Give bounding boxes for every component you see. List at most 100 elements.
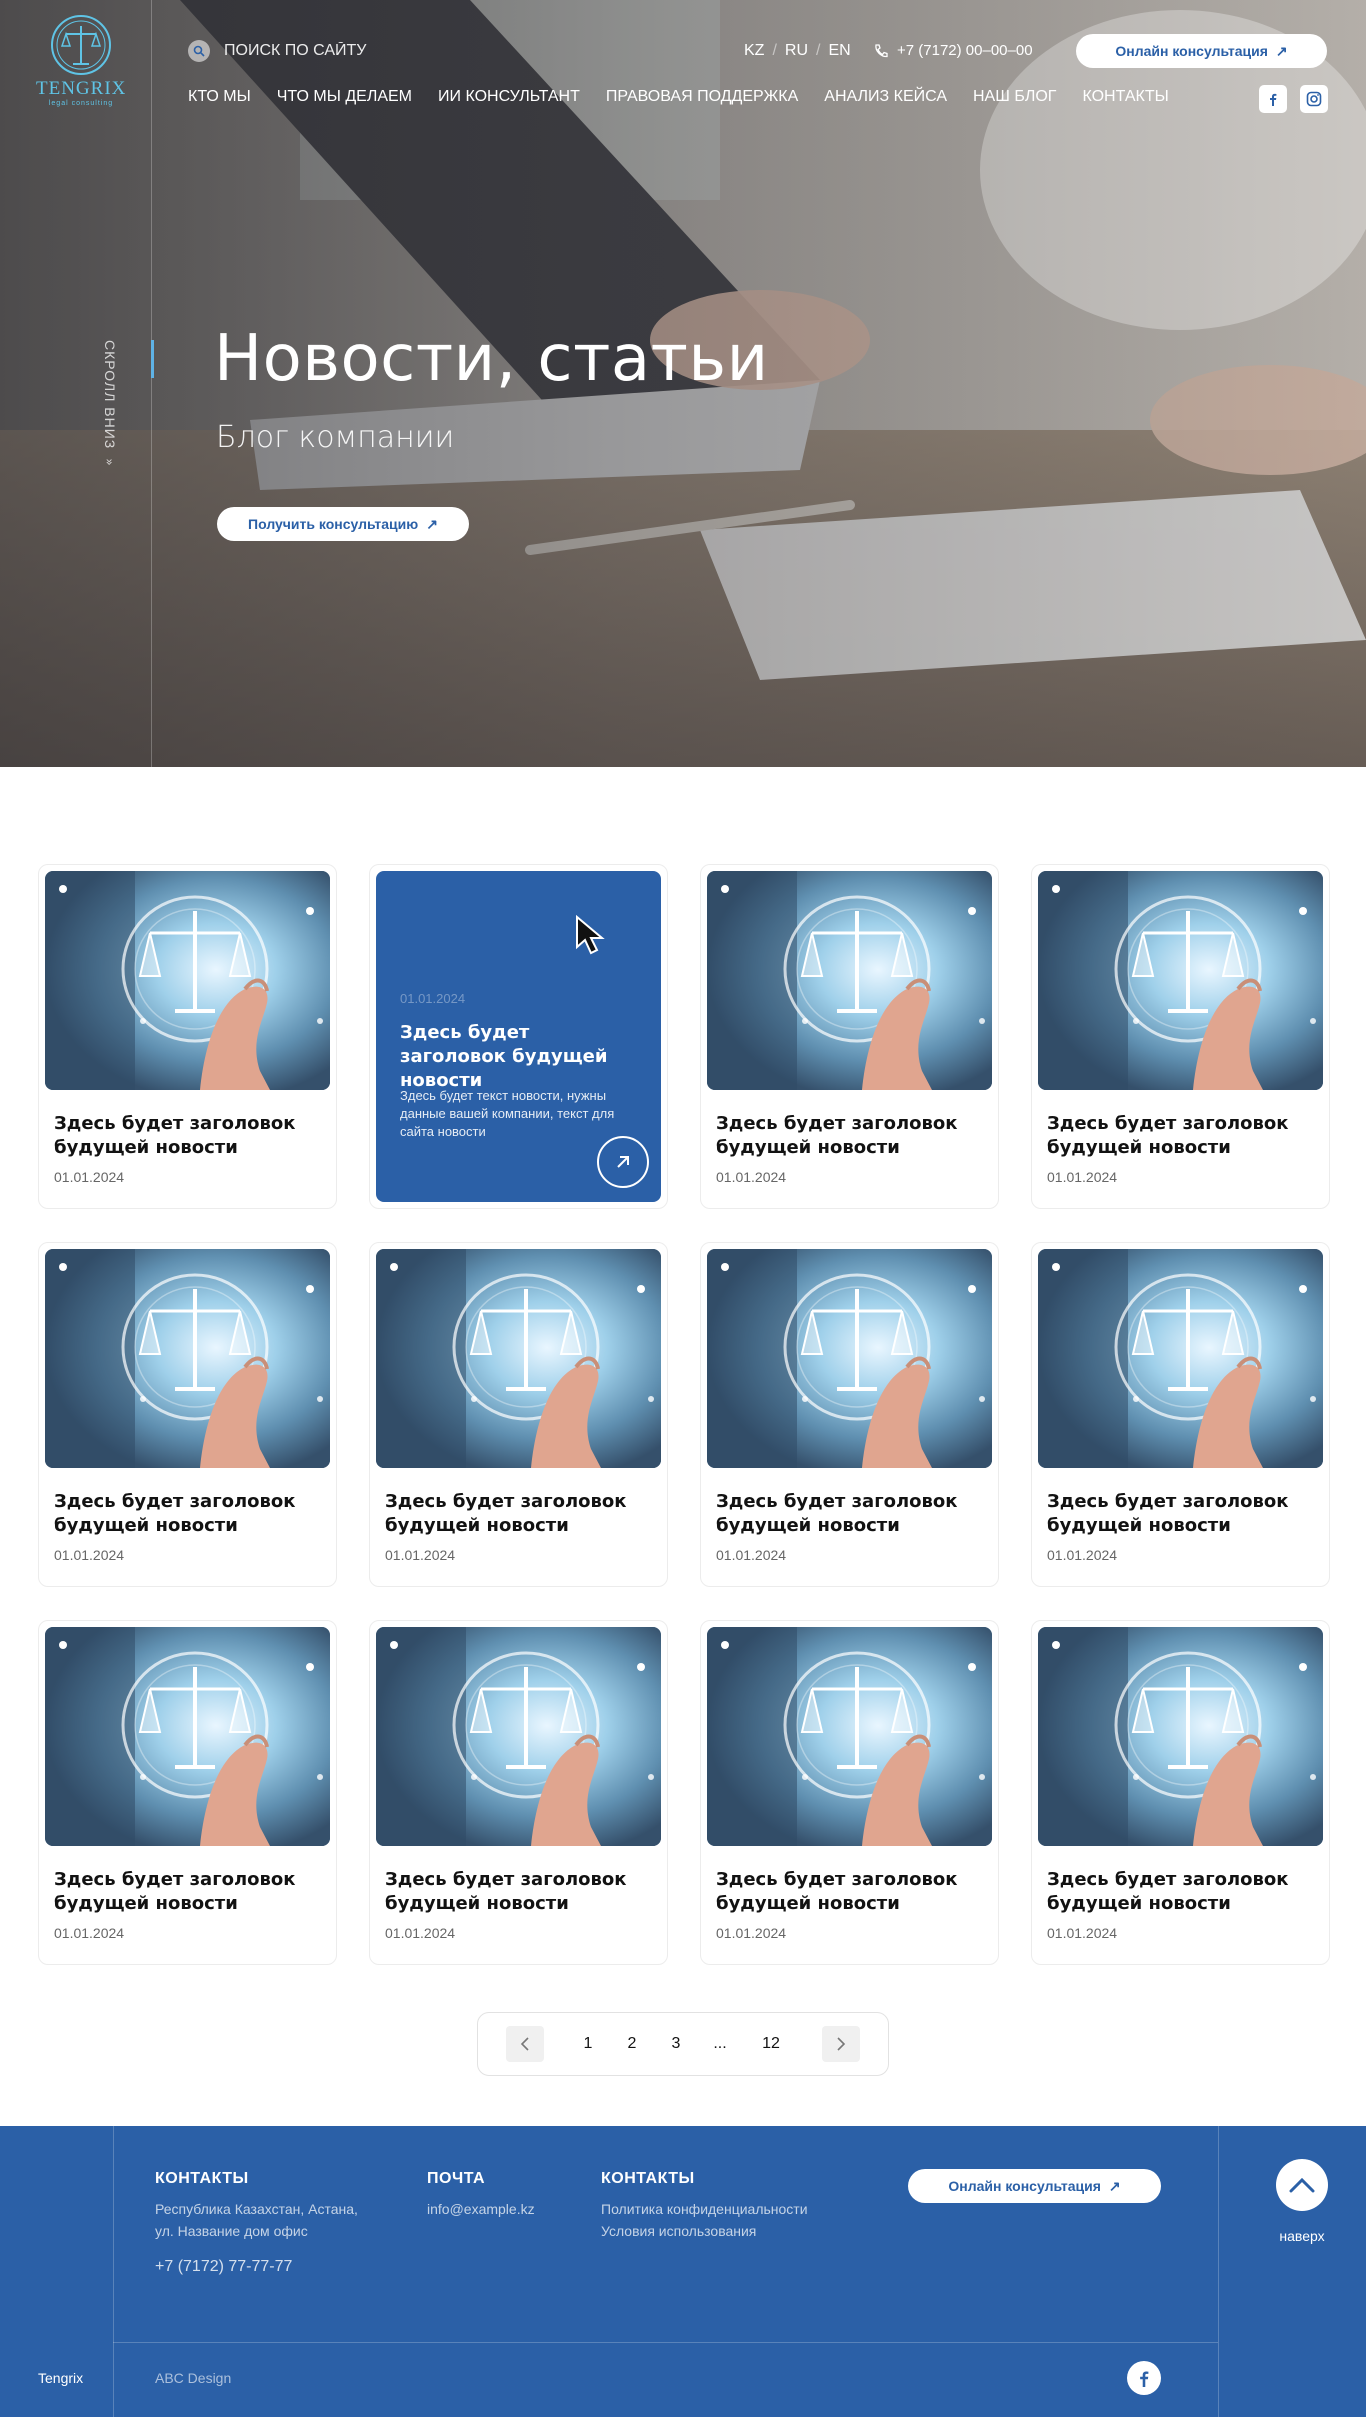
news-card-title[interactable]: Здесь будет заголовок будущей новости: [385, 1490, 655, 1538]
news-card-image[interactable]: [45, 1249, 330, 1468]
online-consultation-button[interactable]: Онлайн консультация ↗: [1076, 34, 1327, 68]
main-nav: КТО МЫ ЧТО МЫ ДЕЛАЕМ ИИ КОНСУЛЬТАНТ ПРАВ…: [188, 88, 1169, 106]
news-card[interactable]: Здесь будет заголовок будущей новости 01.…: [369, 1620, 668, 1965]
news-card[interactable]: Здесь будет заголовок будущей новости 01.…: [700, 1242, 999, 1587]
logo[interactable]: TENGRIX legal consulting: [36, 14, 126, 126]
footer-online-consultation-button[interactable]: Онлайн консультация ↗: [908, 2169, 1161, 2203]
news-card[interactable]: Здесь будет заголовок будущей новости 01.…: [369, 1242, 668, 1587]
news-card-title[interactable]: Здесь будет заголовок будущей новости: [716, 1112, 986, 1160]
get-consultation-button[interactable]: Получить консультацию ↗: [217, 507, 469, 541]
footer-divider: [1218, 2126, 1219, 2417]
news-card[interactable]: Здесь будет заголовок будущей новости 01.…: [38, 864, 337, 1209]
arrow-up-right-icon: ↗: [426, 515, 438, 532]
nav-item-our-blog[interactable]: НАШ БЛОГ: [973, 88, 1056, 106]
hero-divider-line: [151, 0, 152, 767]
news-card-image[interactable]: [1038, 871, 1323, 1090]
footer-divider: [113, 2342, 1218, 2343]
nav-item-case-analysis[interactable]: АНАЛИЗ КЕЙСА: [824, 88, 947, 106]
nav-item-contacts[interactable]: КОНТАКТЫ: [1082, 88, 1168, 106]
lang-ru[interactable]: RU: [785, 42, 808, 60]
privacy-policy-link[interactable]: Политика конфиденциальности: [601, 2198, 808, 2220]
online-consultation-label: Онлайн консультация: [1115, 43, 1268, 59]
prev-page-button[interactable]: [506, 2026, 544, 2062]
news-card-image[interactable]: [45, 871, 330, 1090]
phone-icon: [875, 43, 888, 57]
scroll-marker: [151, 340, 154, 378]
footer-phone[interactable]: +7 (7172) 77-77-77: [155, 2256, 358, 2278]
search-icon[interactable]: [188, 40, 210, 62]
footer-email-link[interactable]: info@example.kz: [427, 2198, 535, 2220]
page-2[interactable]: 2: [610, 2035, 654, 2053]
nav-item-legal-support[interactable]: ПРАВОВАЯ ПОДДЕРЖКА: [606, 88, 798, 106]
search-input[interactable]: [224, 42, 444, 60]
page-1[interactable]: 1: [566, 2035, 610, 2053]
news-card[interactable]: Здесь будет заголовок будущей новости 01.…: [38, 1242, 337, 1587]
terms-of-use-link[interactable]: Условия использования: [601, 2220, 808, 2242]
header-phone[interactable]: +7 (7172) 00–00–00: [873, 42, 1033, 59]
news-card-image[interactable]: [376, 1249, 661, 1468]
back-to-top-label: наверх: [1279, 2228, 1325, 2244]
news-card-image[interactable]: [707, 871, 992, 1090]
phone-number: +7 (7172) 00–00–00: [897, 42, 1033, 59]
lang-kz[interactable]: KZ: [744, 42, 764, 60]
news-card-title[interactable]: Здесь будет заголовок будущей новости: [54, 1112, 324, 1160]
news-card-image[interactable]: [1038, 1249, 1323, 1468]
footer-contacts-heading: КОНТАКТЫ: [155, 2170, 249, 2187]
news-card-image[interactable]: [707, 1249, 992, 1468]
footer-designer-credit[interactable]: ABC Design: [155, 2370, 231, 2386]
news-card-title[interactable]: Здесь будет заголовок будущей новости: [54, 1868, 324, 1916]
news-card-image[interactable]: [707, 1627, 992, 1846]
lang-separator: /: [816, 42, 821, 59]
site-search: [188, 40, 444, 62]
news-card[interactable]: Здесь будет заголовок будущей новости 01.…: [700, 864, 999, 1209]
footer-email: ПОЧТА info@example.kz: [427, 2170, 535, 2220]
page-3[interactable]: 3: [654, 2035, 698, 2053]
news-card-title[interactable]: Здесь будет заголовок будущей новости: [385, 1868, 655, 1916]
back-to-top-button[interactable]: [1276, 2159, 1328, 2211]
next-page-button[interactable]: [822, 2026, 860, 2062]
page-subtitle: Блог компании: [216, 420, 455, 455]
news-card[interactable]: Здесь будет заголовок будущей новости 01.…: [38, 1620, 337, 1965]
news-card-title[interactable]: Здесь будет заголовок будущей новости: [1047, 1868, 1317, 1916]
news-card-title[interactable]: Здесь будет заголовок будущей новости: [716, 1490, 986, 1538]
nav-item-who-we-are[interactable]: КТО МЫ: [188, 88, 251, 106]
news-card[interactable]: Здесь будет заголовок будущей новости 01.…: [1031, 864, 1330, 1209]
mouse-pointer-icon: [576, 915, 605, 955]
lang-en[interactable]: EN: [828, 42, 850, 60]
double-chevron-down-icon: »: [103, 458, 117, 466]
news-card-date: 01.01.2024: [385, 1925, 456, 1941]
news-card-title[interactable]: Здесь будет заголовок будущей новости: [54, 1490, 324, 1538]
scales-emblem-icon: [51, 15, 111, 75]
news-card-hover-panel[interactable]: 01.01.2024 Здесь будет заголовок будущей …: [376, 871, 661, 1202]
news-card[interactable]: Здесь будет заголовок будущей новости 01.…: [1031, 1620, 1330, 1965]
scroll-down-hint[interactable]: СКРОЛЛ ВНИЗ »: [98, 340, 122, 490]
nav-item-what-we-do[interactable]: ЧТО МЫ ДЕЛАЕМ: [277, 88, 412, 106]
news-card-image[interactable]: [1038, 1627, 1323, 1846]
nav-item-ai-consultant[interactable]: ИИ КОНСУЛЬТАНТ: [438, 88, 580, 106]
news-card-date: 01.01.2024: [54, 1925, 125, 1941]
page-12[interactable]: 12: [742, 2035, 800, 2053]
news-card[interactable]: Здесь будет заголовок будущей новости 01.…: [700, 1620, 999, 1965]
arrow-up-right-icon: ↗: [1275, 42, 1288, 59]
page-title: Новости, статьи: [214, 322, 769, 396]
news-card-title[interactable]: Здесь будет заголовок будущей новости: [716, 1868, 986, 1916]
footer-facebook-icon[interactable]: [1127, 2361, 1161, 2395]
read-more-button[interactable]: [597, 1136, 649, 1188]
footer-contacts: КОНТАКТЫ Республика Казахстан, Астана, у…: [155, 2170, 358, 2278]
instagram-icon[interactable]: [1300, 85, 1328, 113]
footer-brand: Tengrix: [38, 2370, 84, 2386]
footer-address-line1: Республика Казахстан, Астана,: [155, 2201, 358, 2217]
scroll-down-label: СКРОЛЛ ВНИЗ: [102, 340, 118, 450]
news-card-image[interactable]: [376, 1627, 661, 1846]
news-card-date: 01.01.2024: [1047, 1169, 1118, 1185]
footer-online-consultation-label: Онлайн консультация: [948, 2178, 1101, 2194]
news-card[interactable]: Здесь будет заголовок будущей новости 01.…: [1031, 1242, 1330, 1587]
news-card-title[interactable]: Здесь будет заголовок будущей новости: [1047, 1490, 1317, 1538]
news-card-date: 01.01.2024: [1047, 1925, 1118, 1941]
facebook-icon[interactable]: [1259, 85, 1287, 113]
news-card-title[interactable]: Здесь будет заголовок будущей новости: [1047, 1112, 1317, 1160]
logo-name: TENGRIX: [36, 78, 127, 99]
news-card-image[interactable]: [45, 1627, 330, 1846]
footer-divider: [113, 2126, 114, 2417]
news-card[interactable]: 01.01.2024 Здесь будет заголовок будущей …: [369, 864, 668, 1209]
